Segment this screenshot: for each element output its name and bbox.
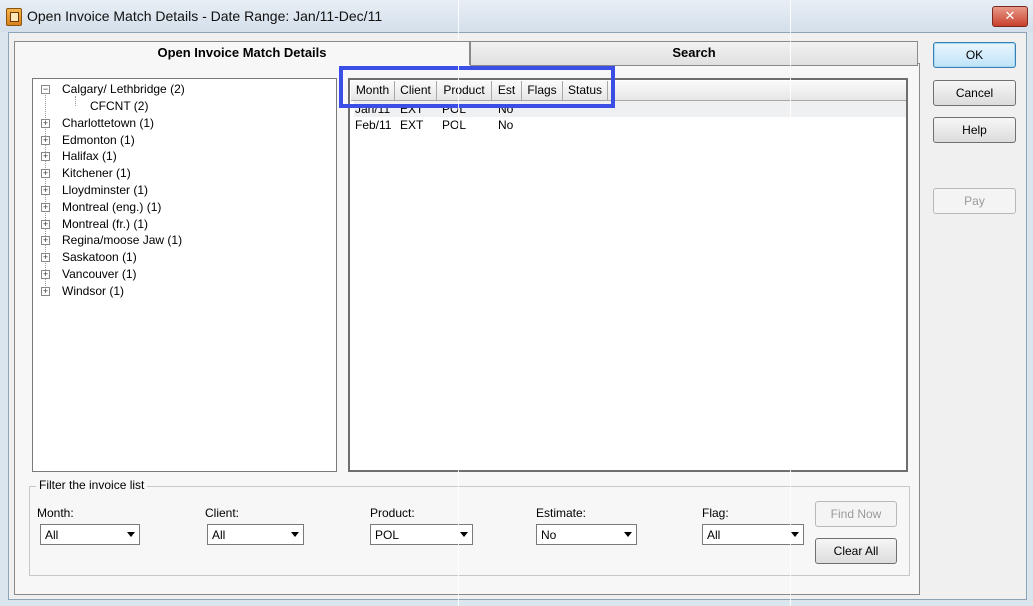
column-header-filler: [608, 81, 906, 101]
cell-product: POL: [442, 118, 467, 132]
cell-client: EXT: [400, 102, 424, 116]
month-select[interactable]: All: [40, 524, 140, 545]
dropdown-arrow-icon: [791, 532, 799, 537]
clear-all-button[interactable]: Clear All: [815, 538, 897, 564]
column-header-status[interactable]: Status: [563, 81, 608, 101]
app-icon: [6, 8, 22, 26]
cell-est: No: [498, 102, 514, 116]
estimate-select[interactable]: No: [536, 524, 637, 545]
month-label: Month:: [37, 506, 74, 520]
expand-icon[interactable]: +: [41, 220, 50, 229]
tree-item-count: (1): [167, 233, 183, 247]
tree-item-label: Edmonton: [62, 133, 117, 147]
tree-item-label: CFCNT: [90, 99, 131, 113]
tree-item-count: (1): [146, 200, 162, 214]
cell-month: Jan/11: [355, 102, 391, 116]
cell-est: No: [498, 118, 514, 132]
tree-item-count: (2): [170, 82, 185, 96]
invoice-list[interactable]: Month Client Product Est Flags Status Ja…: [348, 78, 908, 472]
expand-icon[interactable]: +: [41, 236, 50, 245]
filter-group-label: Filter the invoice list: [36, 478, 148, 492]
column-header-product[interactable]: Product: [437, 81, 492, 101]
column-header-est[interactable]: Est: [492, 81, 522, 101]
estimate-label: Estimate:: [536, 506, 587, 520]
tree-item-label: Vancouver: [62, 267, 119, 281]
expand-icon[interactable]: +: [41, 253, 50, 262]
column-header-flags[interactable]: Flags: [522, 81, 563, 101]
month-select-value: All: [45, 528, 59, 542]
title-bar: Open Invoice Match Details - Date Range:…: [0, 0, 1033, 32]
find-now-button[interactable]: Find Now: [815, 501, 897, 527]
cancel-button[interactable]: Cancel: [933, 80, 1016, 106]
column-header-month[interactable]: Month: [351, 81, 395, 101]
product-label: Product:: [370, 506, 415, 520]
market-tree[interactable]: − Calgary/ Lethbridge (2) CFCNT (2) + Cha…: [32, 78, 337, 472]
table-row[interactable]: Jan/11 EXT POL No: [354, 101, 906, 117]
tree-item-label: Charlottetown: [62, 116, 137, 130]
dropdown-arrow-icon: [624, 532, 632, 537]
tree-connector: [75, 96, 76, 106]
flag-select-value: All: [707, 528, 721, 542]
client-label: Client:: [205, 506, 240, 520]
expand-icon[interactable]: +: [41, 270, 50, 279]
tree-item-label: Kitchener: [62, 166, 113, 180]
flag-label: Flag:: [702, 506, 729, 520]
tree-item-label: Windsor: [62, 284, 107, 298]
ok-button[interactable]: OK: [933, 42, 1016, 68]
tree-item-count: (1): [120, 133, 135, 147]
expand-icon[interactable]: +: [41, 203, 50, 212]
tree-item-label: Saskatoon: [62, 250, 119, 264]
tree-item-label: Montreal (fr.): [62, 217, 131, 231]
dropdown-arrow-icon: [460, 532, 468, 537]
tree-item-count: (2): [133, 99, 149, 113]
tree-item-label: Montreal (eng.): [62, 200, 144, 214]
product-select-value: POL: [375, 528, 400, 542]
dropdown-arrow-icon: [291, 532, 299, 537]
client-select[interactable]: All: [207, 524, 304, 545]
cell-month: Feb/11: [355, 118, 392, 132]
collapse-icon[interactable]: −: [41, 85, 50, 94]
tab-open-invoice-match-details[interactable]: Open Invoice Match Details: [14, 41, 470, 65]
tree-item-label: Halifax: [62, 149, 99, 163]
help-button[interactable]: Help: [933, 117, 1016, 143]
pay-button[interactable]: Pay: [933, 188, 1016, 214]
tree-item-count: (1): [133, 217, 149, 231]
expand-icon[interactable]: +: [41, 152, 50, 161]
expand-icon[interactable]: +: [41, 186, 50, 195]
tree-item-count: (1): [102, 149, 117, 163]
client-select-value: All: [212, 528, 226, 542]
close-icon: ✕: [1004, 8, 1016, 23]
guide-line: [458, 0, 459, 606]
estimate-select-value: No: [541, 528, 557, 542]
expand-icon[interactable]: +: [41, 287, 50, 296]
tree-item-label: Calgary/ Lethbridge: [62, 82, 167, 96]
expand-icon[interactable]: +: [41, 136, 50, 145]
tree-item-count: (1): [122, 250, 137, 264]
flag-select[interactable]: All: [702, 524, 804, 545]
column-header-client[interactable]: Client: [395, 81, 437, 101]
window-title: Open Invoice Match Details - Date Range:…: [27, 8, 383, 24]
dropdown-arrow-icon: [127, 532, 135, 537]
expand-icon[interactable]: +: [41, 119, 50, 128]
tree-item-count: (1): [121, 267, 137, 281]
tree-item-count: (1): [133, 183, 149, 197]
close-button[interactable]: ✕: [992, 6, 1028, 27]
guide-line: [790, 0, 791, 606]
tree-item-count: (1): [109, 284, 125, 298]
tree-item-label: Regina/moose Jaw: [62, 233, 165, 247]
tree-item-count: (1): [116, 166, 131, 180]
tab-search[interactable]: Search: [470, 41, 918, 66]
tree-item-count: (1): [139, 116, 155, 130]
cell-client: EXT: [400, 118, 424, 132]
tree-item-label: Lloydminster: [62, 183, 131, 197]
dialog-window: Open Invoice Match Details - Date Range:…: [0, 0, 1033, 606]
expand-icon[interactable]: +: [41, 169, 50, 178]
cell-product: POL: [442, 102, 467, 116]
